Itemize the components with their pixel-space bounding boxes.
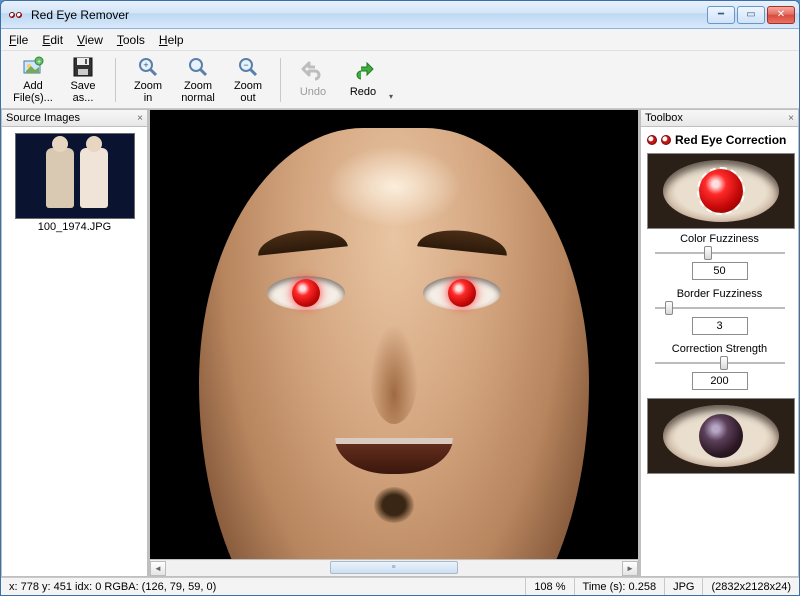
menu-tools[interactable]: Tools — [117, 33, 145, 47]
zoom-out-button[interactable]: − Zoom out — [224, 53, 272, 107]
red-eye-icon — [647, 135, 657, 145]
toolbar-separator — [115, 58, 116, 102]
red-eye-icon — [661, 135, 671, 145]
panel-header[interactable]: Source Images × — [1, 109, 148, 127]
zoom-in-icon: + — [136, 55, 160, 79]
canvas-panel: ◄ ≡ ► — [149, 109, 639, 577]
color-fuzziness-slider[interactable] — [655, 246, 785, 260]
scroll-right-button[interactable]: ► — [622, 561, 638, 576]
horizontal-scrollbar[interactable]: ◄ ≡ ► — [149, 560, 639, 577]
source-thumbnail[interactable] — [15, 133, 135, 219]
floppy-icon — [71, 55, 95, 79]
toolbar-label: Save as... — [70, 81, 95, 104]
save-as-button[interactable]: Save as... — [59, 53, 107, 107]
svg-text:+: + — [143, 60, 148, 70]
close-icon[interactable]: × — [137, 113, 143, 124]
app-icon — [9, 7, 25, 23]
toolbar-label: Add File(s)... — [13, 81, 53, 104]
window-title: Red Eye Remover — [31, 8, 129, 22]
status-time: Time (s): 0.258 — [574, 578, 665, 595]
toolbar: + Add File(s)... Save as... + Zoom in Zo… — [1, 51, 799, 109]
menubar: File Edit View Tools Help — [1, 29, 799, 51]
zoom-out-icon: − — [236, 55, 260, 79]
color-fuzziness-label: Color Fuzziness — [647, 233, 792, 245]
toolbar-separator — [280, 58, 281, 102]
panel-header[interactable]: Toolbox × — [640, 109, 799, 127]
zoom-normal-button[interactable]: Zoom normal — [174, 53, 222, 107]
svg-text:−: − — [243, 60, 248, 70]
toolbar-label: Redo — [350, 87, 376, 99]
preview-before[interactable] — [647, 153, 795, 229]
toolbar-label: Zoom in — [134, 81, 162, 104]
zoom-normal-icon — [186, 55, 210, 79]
menu-view[interactable]: View — [77, 33, 103, 47]
border-fuzziness-label: Border Fuzziness — [647, 288, 792, 300]
menu-edit[interactable]: Edit — [42, 33, 63, 47]
redo-icon — [351, 61, 375, 85]
correction-strength-input[interactable]: 200 — [692, 372, 748, 390]
workspace: Source Images × 100_1974.JPG — [1, 109, 799, 577]
undo-button[interactable]: Undo — [289, 53, 337, 107]
correction-strength-slider[interactable] — [655, 356, 785, 370]
toolbar-label: Zoom out — [234, 81, 262, 104]
scroll-left-button[interactable]: ◄ — [150, 561, 166, 576]
toolbar-overflow[interactable]: ▾ — [389, 53, 399, 107]
minimize-button[interactable]: ━ — [707, 6, 735, 24]
status-dimensions: (2832x2128x24) — [702, 578, 799, 595]
redo-button[interactable]: Redo — [339, 53, 387, 107]
tool-red-eye-correction[interactable]: Red Eye Correction — [647, 131, 792, 149]
close-icon[interactable]: × — [788, 113, 794, 124]
close-button[interactable]: ✕ — [767, 6, 795, 24]
source-images-list[interactable]: 100_1974.JPG — [1, 127, 148, 577]
statusbar: x: 778 y: 451 idx: 0 RGBA: (126, 79, 59,… — [1, 577, 799, 595]
correction-strength-label: Correction Strength — [647, 343, 792, 355]
scroll-thumb[interactable]: ≡ — [330, 561, 458, 574]
toolbox-body: Red Eye Correction Color Fuzziness 50 Bo… — [640, 127, 799, 577]
tool-title: Red Eye Correction — [675, 133, 786, 147]
panel-title: Source Images — [6, 112, 80, 124]
app-window: Red Eye Remover ━ ▭ ✕ File Edit View Too… — [0, 0, 800, 596]
panel-title: Toolbox — [645, 112, 683, 124]
zoom-in-button[interactable]: + Zoom in — [124, 53, 172, 107]
toolbar-label: Zoom normal — [181, 81, 215, 104]
svg-text:+: + — [37, 59, 41, 66]
status-cursor: x: 778 y: 451 idx: 0 RGBA: (126, 79, 59,… — [1, 578, 525, 595]
maximize-button[interactable]: ▭ — [737, 6, 765, 24]
thumbnail-filename: 100_1974.JPG — [6, 221, 143, 233]
titlebar[interactable]: Red Eye Remover ━ ▭ ✕ — [1, 1, 799, 29]
status-format: JPG — [664, 578, 702, 595]
preview-after[interactable] — [647, 398, 795, 474]
toolbox-panel: Toolbox × Red Eye Correction Color Fuzzi… — [639, 109, 799, 577]
scroll-track[interactable]: ≡ — [166, 561, 622, 576]
menu-help[interactable]: Help — [159, 33, 184, 47]
undo-icon — [301, 61, 325, 85]
toolbar-label: Undo — [300, 87, 326, 99]
source-images-panel: Source Images × 100_1974.JPG — [1, 109, 149, 577]
status-zoom: 108 % — [525, 578, 573, 595]
border-fuzziness-input[interactable]: 3 — [692, 317, 748, 335]
image-canvas[interactable] — [149, 109, 639, 560]
color-fuzziness-input[interactable]: 50 — [692, 262, 748, 280]
add-files-button[interactable]: + Add File(s)... — [9, 53, 57, 107]
menu-file[interactable]: File — [9, 33, 28, 47]
border-fuzziness-slider[interactable] — [655, 301, 785, 315]
add-files-icon: + — [21, 55, 45, 79]
